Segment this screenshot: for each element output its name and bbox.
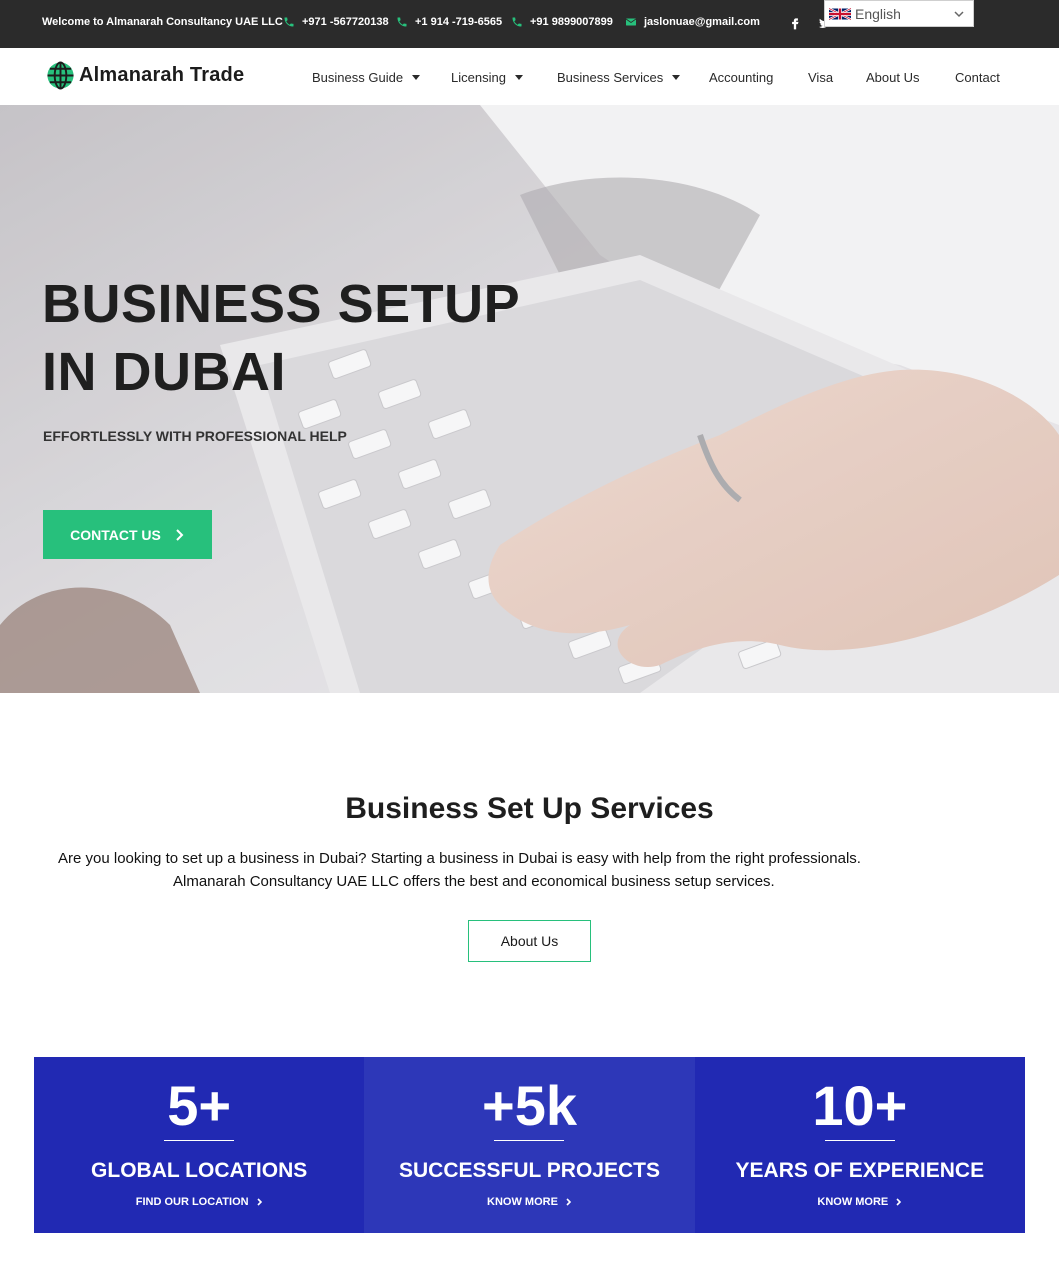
phone-icon <box>397 17 407 27</box>
chevron-right-icon <box>566 1198 572 1206</box>
nav-about-us[interactable]: About Us <box>866 70 919 85</box>
site-logo[interactable]: Almanarah Trade <box>46 61 244 90</box>
uk-flag-icon <box>829 7 851 20</box>
phone-link-uae[interactable]: +971 -567720138 <box>283 16 389 28</box>
hero-subtitle: EFFORTLESSLY WITH PROFESSIONAL HELP <box>43 428 347 444</box>
nav-label: Business Services <box>557 70 664 85</box>
stat-years-experience: 10+ YEARS OF EXPERIENCE KNOW MORE <box>694 1057 1025 1233</box>
nav-business-guide[interactable]: Business Guide <box>312 70 421 85</box>
chevron-right-icon <box>176 528 184 541</box>
caret-down-icon <box>514 75 523 80</box>
stat-global-locations: 5+ GLOBAL LOCATIONS FIND OUR LOCATION <box>34 1057 365 1233</box>
language-selector[interactable]: English <box>824 0 974 27</box>
divider <box>164 1140 235 1141</box>
phone-link-us[interactable]: +1 914 -719-6565 <box>396 16 502 28</box>
about-us-button[interactable]: About Us <box>468 920 591 962</box>
stats-strip: 5+ GLOBAL LOCATIONS FIND OUR LOCATION +5… <box>34 1057 1025 1233</box>
email-link[interactable]: jaslonuae@gmail.com <box>625 16 760 28</box>
about-us-label: About Us <box>500 933 559 949</box>
nav-label: Business Guide <box>312 70 404 85</box>
nav-label: About Us <box>866 70 920 85</box>
chevron-right-icon <box>896 1198 902 1206</box>
stat-label: YEARS OF EXPERIENCE <box>735 1159 985 1182</box>
stat-link-label: FIND OUR LOCATION <box>135 1196 249 1208</box>
phone-number-us: +1 914 -719-6565 <box>415 16 503 28</box>
nav-business-services[interactable]: Business Services <box>557 70 681 85</box>
language-label: English <box>855 5 901 22</box>
nav-label: Contact <box>955 70 1000 85</box>
stat-number: +5k <box>481 1074 577 1137</box>
stat-number: 5+ <box>167 1074 232 1137</box>
top-bar: Welcome to Almanarah Consultancy UAE LLC… <box>0 0 1059 48</box>
nav-accounting[interactable]: Accounting <box>709 70 773 85</box>
stat-label: GLOBAL LOCATIONS <box>91 1159 308 1182</box>
services-title: Business Set Up Services <box>345 792 714 825</box>
welcome-text: Welcome to Almanarah Consultancy UAE LLC <box>42 16 283 28</box>
phone-icon <box>512 17 522 27</box>
logo-text: Almanarah Trade <box>79 64 245 86</box>
divider <box>824 1140 895 1141</box>
phone-number-india: +91 9899007899 <box>530 16 613 28</box>
main-navbar: Almanarah Trade Business Guide Licensing… <box>0 48 1059 105</box>
nav-label: Licensing <box>451 70 506 85</box>
contact-us-label: CONTACT US <box>70 526 161 543</box>
nav-label: Accounting <box>709 70 774 85</box>
hero-title-line-1: BUSINESS SETUP <box>42 274 521 334</box>
find-location-link[interactable]: FIND OUR LOCATION <box>34 1196 364 1208</box>
nav-contact[interactable]: Contact <box>955 70 1000 85</box>
chevron-down-icon <box>954 11 964 18</box>
stat-number: 10+ <box>812 1074 908 1137</box>
services-description-line-2: Almanarah Consultancy UAE LLC offers the… <box>173 873 775 890</box>
caret-down-icon <box>672 75 681 80</box>
caret-down-icon <box>412 75 421 80</box>
phone-link-india[interactable]: +91 9899007899 <box>511 16 613 28</box>
hero-title: BUSINESS SETUP IN DUBAI <box>42 270 520 406</box>
services-description-line-1: Are you looking to set up a business in … <box>58 850 861 867</box>
stat-link-label: KNOW MORE <box>487 1196 558 1208</box>
contact-us-button[interactable]: CONTACT US <box>43 510 212 559</box>
globe-icon <box>47 61 74 90</box>
chevron-right-icon <box>257 1198 262 1206</box>
phone-icon <box>284 17 294 27</box>
know-more-link[interactable]: KNOW MORE <box>695 1196 1025 1208</box>
facebook-icon[interactable] <box>788 16 802 30</box>
stat-link-label: KNOW MORE <box>817 1196 889 1208</box>
hero-banner: BUSINESS SETUP IN DUBAI EFFORTLESSLY WIT… <box>0 105 1059 693</box>
nav-licensing[interactable]: Licensing <box>451 70 523 85</box>
hero-title-line-2: IN DUBAI <box>42 342 286 402</box>
know-more-link[interactable]: KNOW MORE <box>364 1196 694 1208</box>
stat-successful-projects: +5k SUCCESSFUL PROJECTS KNOW MORE <box>364 1057 695 1233</box>
nav-label: Visa <box>808 70 834 85</box>
stat-label: SUCCESSFUL PROJECTS <box>398 1159 660 1182</box>
nav-visa[interactable]: Visa <box>808 70 833 85</box>
email-address: jaslonuae@gmail.com <box>644 16 760 28</box>
phone-number-uae: +971 -567720138 <box>302 16 389 28</box>
divider <box>494 1140 565 1141</box>
envelope-icon <box>625 18 637 26</box>
